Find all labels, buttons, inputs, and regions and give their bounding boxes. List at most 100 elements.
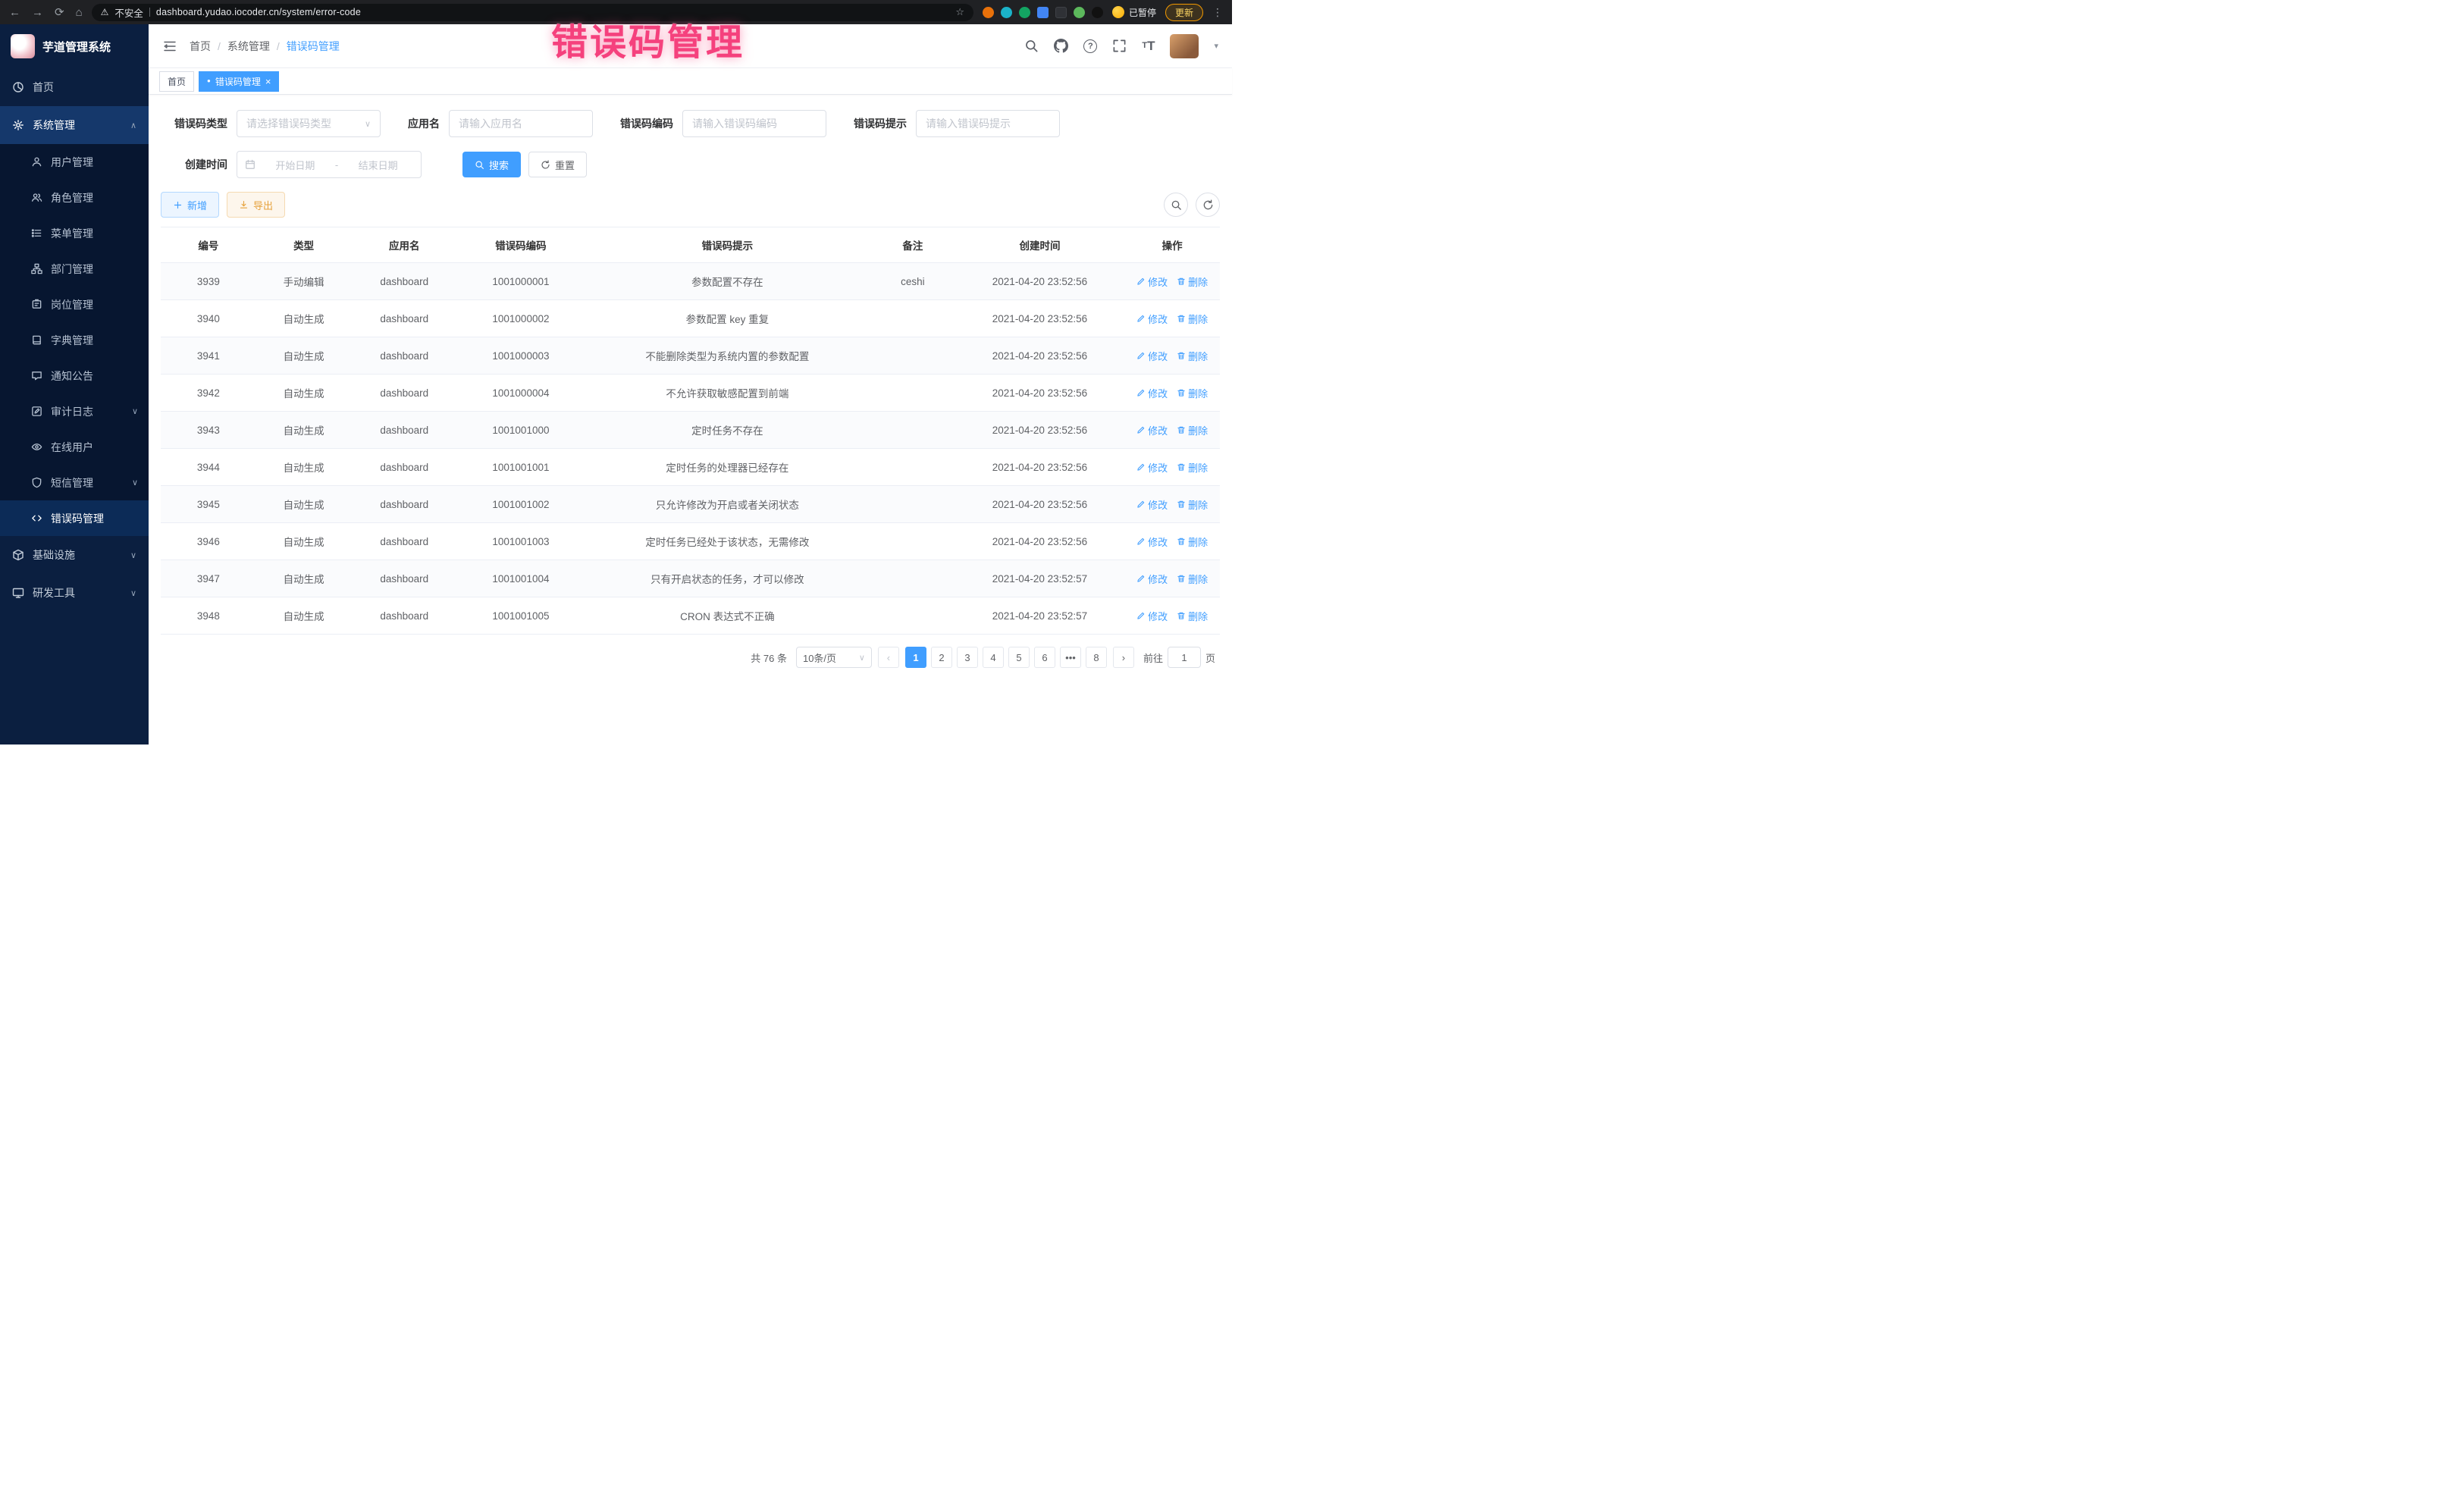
- extension-icon-green-v[interactable]: [1019, 7, 1030, 18]
- app-logo[interactable]: 芋道管理系统: [0, 24, 149, 68]
- edit-link[interactable]: 修改: [1136, 460, 1168, 475]
- forward-icon[interactable]: →: [32, 6, 43, 19]
- help-icon[interactable]: ?: [1083, 39, 1097, 53]
- page-number-button[interactable]: 4: [983, 647, 1004, 668]
- edit-link[interactable]: 修改: [1136, 497, 1168, 512]
- col-header-code: 错误码编码: [457, 227, 585, 263]
- edit-link[interactable]: 修改: [1136, 312, 1168, 326]
- user-avatar[interactable]: [1170, 34, 1199, 58]
- export-button[interactable]: 导出: [227, 192, 285, 218]
- search-icon[interactable]: [1024, 39, 1039, 53]
- home-icon[interactable]: ⌂: [76, 6, 83, 19]
- address-bar[interactable]: ⚠ 不安全 dashboard.yudao.iocoder.cn/system/…: [92, 4, 973, 21]
- sidebar-item-user-management[interactable]: 用户管理: [0, 144, 149, 180]
- page-number-button[interactable]: •••: [1060, 647, 1081, 668]
- next-page-button[interactable]: ›: [1113, 647, 1134, 668]
- breadcrumb-home[interactable]: 首页: [190, 39, 211, 54]
- page-number-button[interactable]: 2: [931, 647, 952, 668]
- delete-link[interactable]: 删除: [1177, 534, 1208, 549]
- edit-link[interactable]: 修改: [1136, 349, 1168, 363]
- add-button[interactable]: 新增: [161, 192, 219, 218]
- github-icon[interactable]: [1054, 39, 1068, 53]
- extension-icon-leaf[interactable]: [1074, 7, 1085, 18]
- error-code-input[interactable]: [682, 110, 826, 137]
- delete-link[interactable]: 删除: [1177, 609, 1208, 623]
- date-range-picker[interactable]: 开始日期 - 结束日期: [237, 151, 422, 178]
- browser-update-button[interactable]: 更新: [1165, 4, 1203, 21]
- sidebar-item-home[interactable]: 首页: [0, 68, 149, 106]
- page-size-select[interactable]: 10条/页 ∨: [796, 647, 872, 668]
- sidebar-item-menu-management[interactable]: 菜单管理: [0, 215, 149, 251]
- edit-link[interactable]: 修改: [1136, 386, 1168, 400]
- delete-link[interactable]: 删除: [1177, 423, 1208, 437]
- cell-remark: [870, 300, 955, 337]
- close-icon[interactable]: ×: [265, 76, 271, 87]
- delete-link[interactable]: 删除: [1177, 274, 1208, 289]
- page-number-button[interactable]: 3: [957, 647, 978, 668]
- error-type-select[interactable]: 请选择错误码类型 ∨: [237, 110, 381, 137]
- search-button[interactable]: 搜索: [462, 152, 521, 177]
- browser-menu-icon[interactable]: ⋮: [1212, 6, 1223, 19]
- plus-icon: [173, 200, 183, 210]
- sidebar-item-dict-management[interactable]: 字典管理: [0, 322, 149, 358]
- page-number-button[interactable]: 1: [905, 647, 926, 668]
- delete-link[interactable]: 删除: [1177, 349, 1208, 363]
- delete-link[interactable]: 删除: [1177, 572, 1208, 586]
- pencil-icon: [1136, 277, 1146, 286]
- bookmark-star-icon[interactable]: ☆: [955, 6, 964, 18]
- page-number-button[interactable]: 6: [1034, 647, 1055, 668]
- page-number-button[interactable]: 5: [1008, 647, 1030, 668]
- page-number-button[interactable]: 8: [1086, 647, 1107, 668]
- delete-link[interactable]: 删除: [1177, 460, 1208, 475]
- extension-icon-dark[interactable]: [1055, 7, 1067, 18]
- edit-link[interactable]: 修改: [1136, 423, 1168, 437]
- extension-icon-paw[interactable]: [1092, 7, 1103, 18]
- extension-icon-blue-grid[interactable]: [1037, 7, 1049, 18]
- edit-link[interactable]: 修改: [1136, 534, 1168, 549]
- app-name-input[interactable]: [449, 110, 593, 137]
- edit-link[interactable]: 修改: [1136, 609, 1168, 623]
- delete-link[interactable]: 删除: [1177, 497, 1208, 512]
- goto-page-input[interactable]: [1168, 647, 1201, 668]
- url-text[interactable]: dashboard.yudao.iocoder.cn/system/error-…: [156, 7, 361, 17]
- cell-code: 1001001004: [457, 560, 585, 597]
- extension-icon-red[interactable]: [983, 7, 994, 18]
- refresh-table-button[interactable]: [1196, 193, 1220, 217]
- delete-link[interactable]: 删除: [1177, 386, 1208, 400]
- trash-icon: [1177, 500, 1186, 509]
- reset-button[interactable]: 重置: [528, 152, 587, 177]
- back-icon[interactable]: ←: [9, 6, 20, 19]
- sidebar-item-post-management[interactable]: 岗位管理: [0, 287, 149, 322]
- sidebar-item-infrastructure[interactable]: 基础设施 ∨: [0, 536, 149, 574]
- chevron-down-icon: ∨: [132, 406, 138, 416]
- prev-page-button[interactable]: ‹: [878, 647, 899, 668]
- tab-error-code-management[interactable]: ● 错误码管理 ×: [199, 71, 279, 92]
- error-hint-input[interactable]: [916, 110, 1060, 137]
- sidebar-item-error-code-management[interactable]: 错误码管理: [0, 500, 149, 536]
- sidebar-item-notice-management[interactable]: 通知公告: [0, 358, 149, 393]
- sidebar-item-audit-log[interactable]: 审计日志 ∨: [0, 393, 149, 429]
- breadcrumb-system[interactable]: 系统管理: [227, 39, 270, 54]
- sidebar-item-online-users[interactable]: 在线用户: [0, 429, 149, 465]
- sidebar-item-role-management[interactable]: 角色管理: [0, 180, 149, 215]
- tab-home[interactable]: 首页: [159, 71, 194, 92]
- edit-link[interactable]: 修改: [1136, 572, 1168, 586]
- sidebar-toggle-icon[interactable]: [162, 39, 177, 54]
- delete-link[interactable]: 删除: [1177, 312, 1208, 326]
- cell-app: dashboard: [351, 449, 457, 486]
- profile-paused-chip[interactable]: 已暂停: [1112, 6, 1156, 19]
- delete-link-label: 删除: [1188, 349, 1208, 363]
- sidebar-item-dev-tools[interactable]: 研发工具 ∨: [0, 574, 149, 612]
- extension-icon-teal[interactable]: [1001, 7, 1012, 18]
- sidebar-item-sms-management[interactable]: 短信管理 ∨: [0, 465, 149, 500]
- avatar-caret-icon[interactable]: ▾: [1214, 41, 1218, 51]
- edit-link[interactable]: 修改: [1136, 274, 1168, 289]
- reload-icon[interactable]: ⟳: [55, 5, 64, 19]
- sidebar-item-system-management[interactable]: 系统管理 ∧: [0, 106, 149, 144]
- cell-app: dashboard: [351, 560, 457, 597]
- sidebar-item-dept-management[interactable]: 部门管理: [0, 251, 149, 287]
- fullscreen-icon[interactable]: [1112, 39, 1127, 53]
- menu-list-icon: [30, 227, 42, 240]
- font-size-icon[interactable]: TT: [1142, 39, 1155, 52]
- show-search-button[interactable]: [1164, 193, 1188, 217]
